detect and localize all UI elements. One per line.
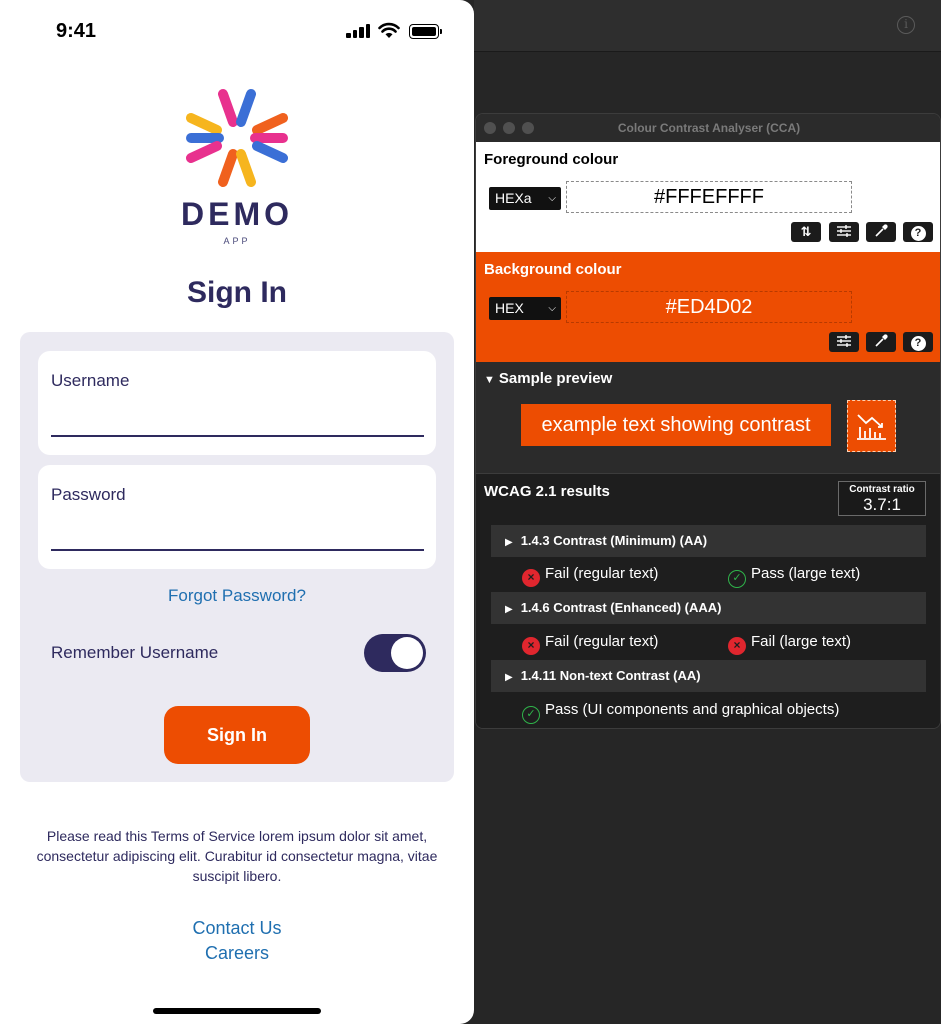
username-label: Username [51, 371, 130, 390]
contrast-ratio-box: Contrast ratio 3.7:1 [838, 481, 926, 516]
result-text: Pass (large text) [751, 565, 861, 582]
background-label: Background colour [484, 261, 622, 278]
wcag-results-label: WCAG 2.1 results [484, 483, 610, 500]
page-title: Sign In [187, 276, 287, 309]
triangle-right-icon: ▶ [505, 672, 513, 683]
foreground-format-value: HEXa [495, 190, 532, 206]
criterion-1-4-3-toggle[interactable]: ▶ 1.4.3 Contrast (Minimum) (AA) [491, 525, 926, 557]
status-time: 9:41 [56, 20, 97, 42]
sign-in-button[interactable]: Sign In [164, 706, 310, 764]
result-item: × Fail (large text) [728, 632, 852, 655]
foreground-help-icon[interactable]: ? [903, 222, 933, 242]
chart-sample-icon [847, 400, 896, 452]
background-colour-section: Background colour HEX ⌵ #ED4D02 ? [476, 252, 940, 362]
fail-icon: × [522, 569, 540, 587]
remember-username-toggle[interactable] [364, 634, 426, 672]
sign-in-form: Username Password Forgot Password? Remem… [20, 332, 454, 782]
username-field[interactable]: Username [38, 351, 436, 455]
demo-logo-icon [186, 89, 288, 187]
careers-link[interactable]: Careers [0, 943, 474, 964]
criterion-title: 1.4.6 Contrast (Enhanced) (AAA) [520, 600, 722, 615]
contact-us-link[interactable]: Contact Us [0, 918, 474, 939]
fail-icon: × [522, 637, 540, 655]
result-item: ✓ Pass (large text) [728, 564, 861, 588]
logo-wordmark: DEMO [181, 196, 293, 232]
background-sliders-icon[interactable] [829, 332, 859, 352]
home-indicator[interactable] [153, 1008, 321, 1014]
status-bar: 9:41 [0, 0, 474, 62]
cca-window: Colour Contrast Analyser (CCA) Foregroun… [475, 113, 941, 729]
sample-preview-label: Sample preview [498, 370, 613, 387]
foreground-sliders-icon[interactable] [829, 222, 859, 242]
swap-colours-icon[interactable]: ⇅ [791, 222, 821, 242]
background-eyedropper-icon[interactable] [866, 332, 896, 352]
foreground-colour-input[interactable]: #FFFEFFFF [566, 181, 852, 213]
background-format-select[interactable]: HEX ⌵ [489, 297, 561, 320]
pass-icon: ✓ [728, 570, 746, 588]
triangle-down-icon: ▼ [484, 374, 495, 386]
preview-sample-text: example text showing contrast [521, 404, 831, 446]
password-field[interactable]: Password [38, 465, 436, 569]
foreground-colour-section: Foreground colour HEXa ⌵ #FFFEFFFF ⇅ ? [476, 142, 940, 252]
triangle-right-icon: ▶ [505, 537, 513, 548]
remember-username-label: Remember Username [51, 643, 219, 662]
battery-icon [409, 24, 442, 39]
info-icon[interactable]: i [897, 16, 915, 34]
cellular-signal-icon [346, 24, 372, 38]
wifi-icon [378, 22, 400, 38]
wcag-results-section: WCAG 2.1 results Contrast ratio 3.7:1 ▶ 1… [476, 474, 940, 728]
chevron-down-icon: ⌵ [548, 303, 556, 314]
chevron-down-icon: ⌵ [548, 193, 556, 204]
foreground-label: Foreground colour [484, 151, 619, 168]
result-text: Fail (regular text) [545, 565, 659, 582]
background-help-icon[interactable]: ? [903, 332, 933, 352]
foreground-format-select[interactable]: HEXa ⌵ [489, 187, 561, 210]
sample-preview-section: ▼ Sample preview example text showing con… [476, 362, 940, 474]
background-colour-input[interactable]: #ED4D02 [566, 291, 852, 323]
result-item: × Fail (regular text) [522, 564, 659, 587]
password-label: Password [51, 485, 126, 504]
pass-icon: ✓ [522, 706, 540, 724]
criterion-1-4-6-toggle[interactable]: ▶ 1.4.6 Contrast (Enhanced) (AAA) [491, 592, 926, 624]
sample-preview-toggle[interactable]: ▼ Sample preview [484, 370, 612, 387]
logo-subtitle: APP [223, 236, 251, 246]
cca-titlebar[interactable]: Colour Contrast Analyser (CCA) [476, 114, 940, 142]
username-underline [51, 435, 424, 437]
phone-screen: 9:41 DEMO APP Sign In Username Password … [0, 0, 474, 1024]
result-text: Fail (large text) [751, 633, 852, 650]
fail-icon: × [728, 637, 746, 655]
contrast-ratio-value: 3.7:1 [863, 495, 901, 514]
result-item: ✓ Pass (UI components and graphical objec… [522, 700, 840, 724]
forgot-password-link[interactable]: Forgot Password? [20, 586, 454, 606]
contrast-ratio-label: Contrast ratio [849, 484, 915, 495]
criterion-1-4-11-toggle[interactable]: ▶ 1.4.11 Non-text Contrast (AA) [491, 660, 926, 692]
terms-text: Please read this Terms of Service lorem … [36, 828, 438, 884]
toggle-knob [391, 637, 423, 669]
triangle-right-icon: ▶ [505, 604, 513, 615]
cca-window-title: Colour Contrast Analyser (CCA) [617, 121, 801, 135]
password-underline [51, 549, 424, 551]
foreground-eyedropper-icon[interactable] [866, 222, 896, 242]
result-item: × Fail (regular text) [522, 632, 659, 655]
background-format-value: HEX [495, 300, 524, 316]
result-text: Fail (regular text) [545, 633, 659, 650]
criterion-title: 1.4.11 Non-text Contrast (AA) [520, 668, 701, 683]
criterion-title: 1.4.3 Contrast (Minimum) (AA) [520, 533, 708, 548]
result-text: Pass (UI components and graphical object… [545, 701, 840, 718]
desktop-toolbar: i [474, 0, 941, 52]
